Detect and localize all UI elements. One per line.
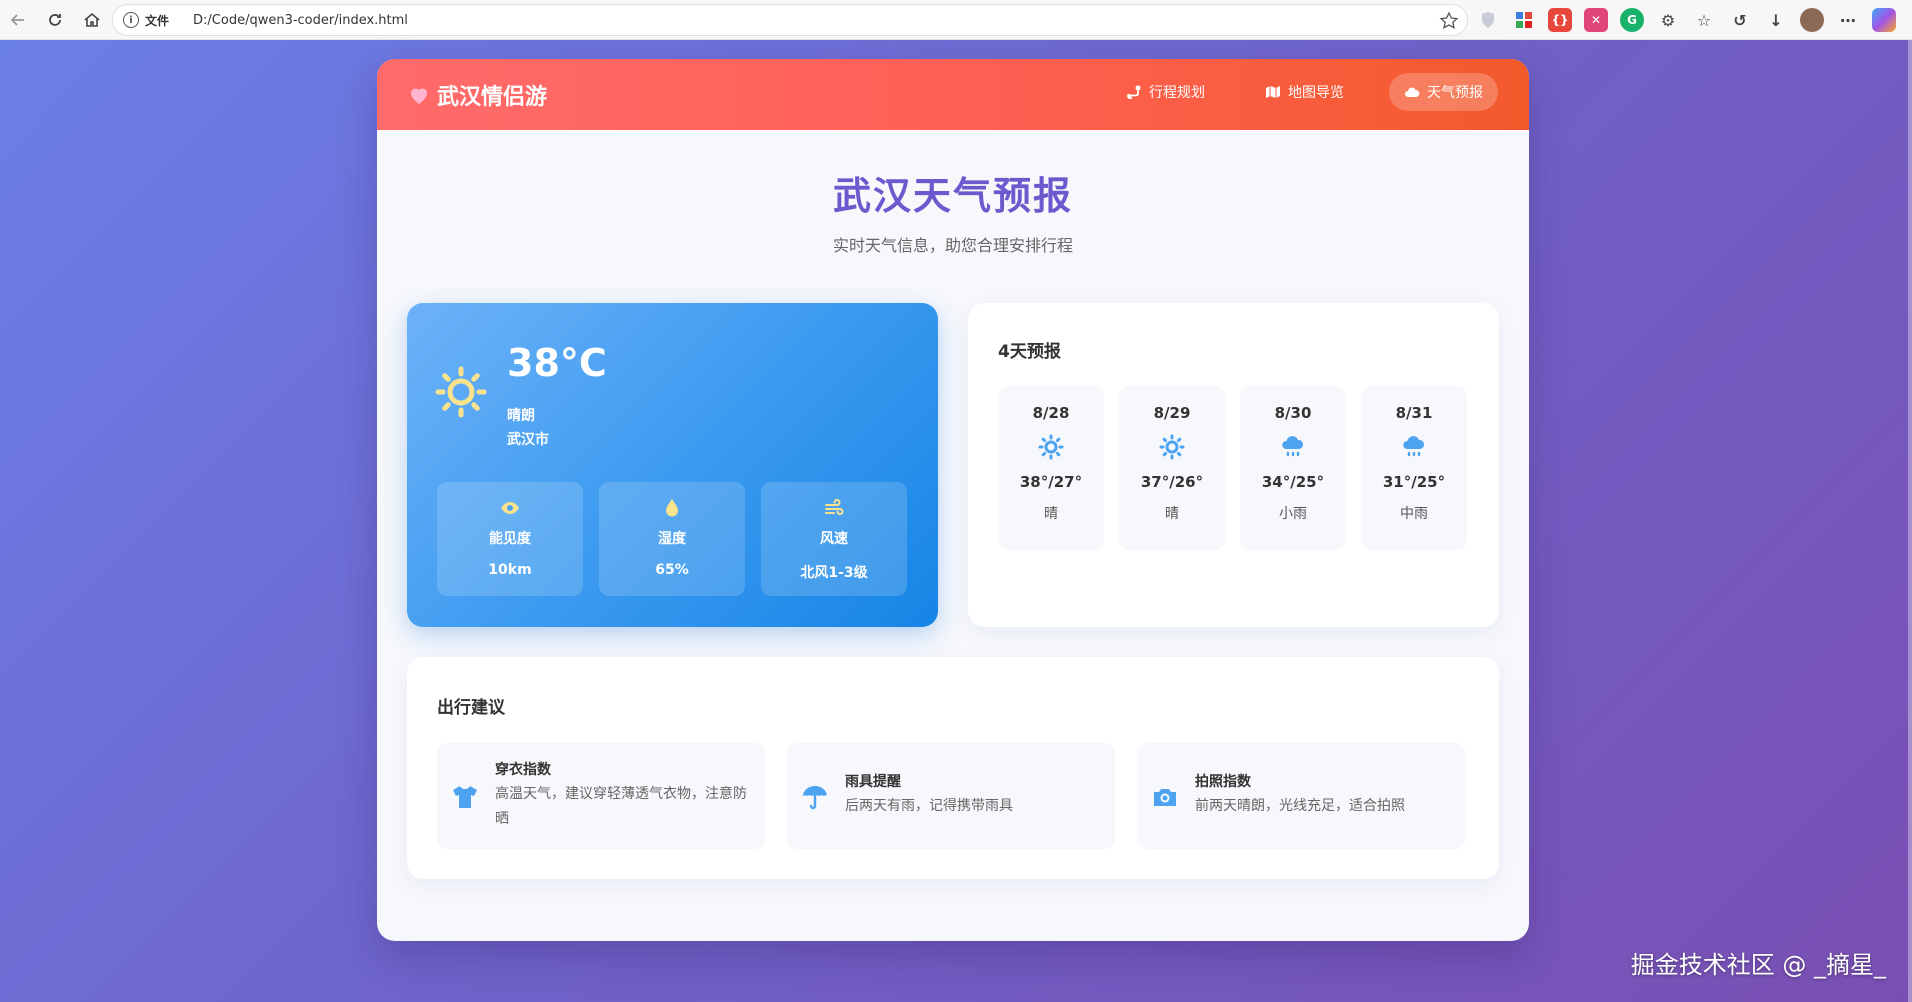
forecast-condition: 晴	[1044, 506, 1058, 522]
metric-visibility: 能见度 10km	[437, 482, 583, 596]
copilot-icon[interactable]	[1872, 8, 1896, 32]
nav-item-itinerary[interactable]: 行程规划	[1111, 73, 1220, 111]
current-weather-card: 38°C 晴朗 武汉市 能见度 10km 湿度 65% 风速 北风1-3级	[407, 303, 938, 627]
star-icon[interactable]	[1439, 11, 1459, 31]
back-icon[interactable]	[0, 2, 36, 38]
metric-value: 65%	[655, 562, 689, 578]
current-temperature: 38°C	[507, 341, 607, 385]
app-container: 武汉情侣游 行程规划 地图导览 天气预报 武汉天气预报 实时天气信息，助您合理安…	[377, 59, 1529, 941]
tip-description: 前两天晴朗，光线充足，适合拍照	[1195, 798, 1405, 814]
sun-icon	[435, 366, 487, 418]
tip-description: 高温天气，建议穿轻薄透气衣物，注意防晒	[495, 786, 747, 827]
home-icon[interactable]	[74, 2, 110, 38]
file-label: 文件	[145, 13, 170, 28]
address-bar[interactable]: i 文件 D:/Code/qwen3-coder/index.html	[112, 4, 1468, 36]
metric-value: 10km	[488, 562, 532, 578]
reload-icon[interactable]	[37, 2, 73, 38]
map-icon	[1266, 86, 1280, 98]
travel-advice-card: 出行建议 穿衣指数 高温天气，建议穿轻薄透气衣物，注意防晒 雨具提醒 后两天有雨…	[407, 657, 1499, 879]
forecast-day: 8/31 31°/25° 中雨	[1361, 386, 1467, 550]
browser-toolbar: i 文件 D:/Code/qwen3-coder/index.html {} ✕…	[0, 0, 1912, 40]
cloud-icon	[1405, 87, 1420, 97]
forecast-date: 8/30	[1274, 404, 1312, 422]
camera-icon	[1154, 789, 1176, 806]
extension-icons: {} ✕ G ⚙ ☆ ↺ ↓ ⋯	[1476, 8, 1896, 32]
tip-clothing: 穿衣指数 高温天气，建议穿轻薄透气衣物，注意防晒	[437, 743, 765, 849]
app-header: 武汉情侣游 行程规划 地图导览 天气预报	[377, 59, 1529, 130]
forecast-temp: 37°/26°	[1140, 473, 1204, 491]
tip-title: 穿衣指数	[495, 762, 551, 778]
forecast-condition: 小雨	[1279, 506, 1307, 522]
forecast-temp: 31°/25°	[1382, 473, 1446, 491]
forecast-day: 8/29 37°/26° 晴	[1119, 386, 1225, 550]
logo[interactable]: 武汉情侣游	[407, 79, 547, 111]
route-icon	[1127, 85, 1141, 99]
metric-label: 风速	[820, 531, 848, 547]
forecast-day: 8/30 34°/25° 小雨	[1240, 386, 1346, 550]
sun-icon	[1159, 434, 1185, 460]
advice-title: 出行建议	[437, 698, 505, 718]
tip-title: 雨具提醒	[845, 774, 901, 790]
forecast-card: 4天预报 8/28 38°/27° 晴 8/29 37°/26° 晴 8/30 …	[968, 303, 1499, 627]
tip-rain-gear: 雨具提醒 后两天有雨，记得携带雨具	[787, 743, 1115, 849]
metric-value: 北风1-3级	[800, 565, 868, 581]
rain-cloud-icon	[1282, 436, 1304, 457]
tip-title: 拍照指数	[1195, 774, 1251, 790]
history-icon[interactable]: ↺	[1728, 8, 1752, 32]
more-icon[interactable]: ⋯	[1836, 8, 1860, 32]
current-condition: 晴朗	[507, 408, 535, 424]
droplet-icon	[666, 499, 678, 517]
eye-icon	[501, 502, 519, 514]
forecast-condition: 晴	[1165, 506, 1179, 522]
extension-red-icon[interactable]: {}	[1548, 8, 1572, 32]
weather-metrics: 能见度 10km 湿度 65% 风速 北风1-3级	[437, 482, 907, 596]
forecast-date: 8/28	[1032, 404, 1070, 422]
nav-item-label: 天气预报	[1427, 85, 1483, 101]
forecast-temp: 34°/25°	[1261, 473, 1325, 491]
tshirt-icon	[453, 786, 477, 808]
extension-grid-icon[interactable]	[1512, 8, 1536, 32]
extension-green-icon[interactable]: G	[1620, 8, 1644, 32]
forecast-condition: 中雨	[1400, 506, 1428, 522]
sun-icon	[1038, 434, 1064, 460]
tip-description: 后两天有雨，记得携带雨具	[845, 798, 1013, 814]
watermark: 掘金技术社区 @ _摘星_	[1630, 951, 1886, 979]
metric-wind: 风速 北风1-3级	[761, 482, 907, 596]
avatar[interactable]	[1800, 8, 1824, 32]
shield-icon[interactable]	[1476, 8, 1500, 32]
info-icon[interactable]: i	[123, 12, 139, 28]
url-text: D:/Code/qwen3-coder/index.html	[193, 12, 408, 28]
download-icon[interactable]: ↓	[1764, 8, 1788, 32]
forecast-date: 8/31	[1395, 404, 1433, 422]
page-subtitle: 实时天气信息，助您合理安排行程	[832, 236, 1073, 255]
metric-humidity: 湿度 65%	[599, 482, 745, 596]
umbrella-icon	[803, 786, 827, 810]
metric-label: 能见度	[489, 531, 531, 547]
heart-icon	[411, 88, 427, 104]
main-nav: 行程规划 地图导览 天气预报	[1081, 73, 1498, 111]
forecast-temp: 38°/27°	[1019, 473, 1083, 491]
forecast-date: 8/29	[1153, 404, 1191, 422]
rain-cloud-icon	[1403, 436, 1425, 457]
metric-label: 湿度	[658, 531, 686, 547]
favorites-icon[interactable]: ☆	[1692, 8, 1716, 32]
forecast-title: 4天预报	[998, 342, 1061, 362]
advice-tips: 穿衣指数 高温天气，建议穿轻薄透气衣物，注意防晒 雨具提醒 后两天有雨，记得携带…	[437, 743, 1465, 849]
puzzle-icon[interactable]: ⚙	[1656, 8, 1680, 32]
nav-item-map[interactable]: 地图导览	[1250, 73, 1359, 111]
logo-text: 武汉情侣游	[437, 84, 548, 110]
page-title: 武汉天气预报	[832, 174, 1073, 218]
wind-icon	[825, 499, 844, 515]
nav-item-weather[interactable]: 天气预报	[1389, 73, 1498, 111]
extension-pink-icon[interactable]: ✕	[1584, 8, 1608, 32]
forecast-day: 8/28 38°/27° 晴	[998, 386, 1104, 550]
current-city: 武汉市	[507, 432, 549, 448]
tip-photo: 拍照指数 前两天晴朗，光线充足，适合拍照	[1137, 743, 1465, 849]
forecast-days: 8/28 38°/27° 晴 8/29 37°/26° 晴 8/30 34°/2…	[998, 386, 1467, 550]
nav-item-label: 行程规划	[1149, 85, 1205, 101]
nav-item-label: 地图导览	[1288, 85, 1344, 101]
scrollbar[interactable]	[1908, 40, 1912, 1002]
